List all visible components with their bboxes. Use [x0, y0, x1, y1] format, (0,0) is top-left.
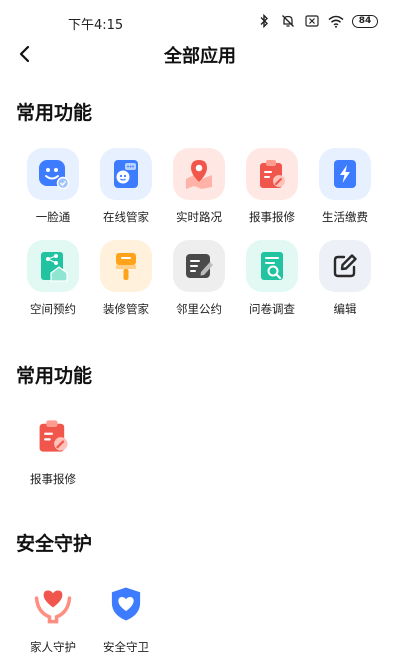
- mute-bell-icon: [280, 13, 296, 29]
- app-label: 一脸通: [35, 210, 71, 224]
- app-life-payment[interactable]: 生活缴费: [308, 148, 382, 225]
- shield-heart-icon: [100, 578, 152, 630]
- survey-search-icon: [246, 240, 298, 292]
- app-edit[interactable]: 编辑: [308, 240, 382, 317]
- wifi-icon: [328, 13, 344, 29]
- page-title: 全部应用: [164, 46, 236, 67]
- app-face-pass[interactable]: 一脸通: [16, 148, 90, 225]
- app-live-traffic[interactable]: 实时路况: [162, 148, 236, 225]
- section-title-common-2: 常用功能: [16, 361, 97, 388]
- map-pin-icon: [173, 148, 225, 200]
- section-title-security: 安全守护: [16, 529, 97, 556]
- nav-bar: 全部应用: [0, 36, 400, 72]
- face-id-icon: [27, 148, 79, 200]
- bluetooth-icon: [256, 13, 272, 29]
- app-label: 实时路况: [176, 210, 222, 224]
- note-edit-icon: [173, 240, 225, 292]
- app-label: 安全守卫: [103, 640, 149, 654]
- app-repair-report-2[interactable]: 报事报修: [16, 410, 90, 487]
- heart-hands-icon: [27, 578, 79, 630]
- app-family-guard[interactable]: 家人守护: [16, 578, 90, 655]
- edit-icon: [319, 240, 371, 292]
- app-label: 家人守护: [30, 640, 76, 654]
- app-neighbor-convention[interactable]: 邻里公约: [162, 240, 236, 317]
- app-label: 报事报修: [30, 472, 76, 486]
- share-house-icon: [27, 240, 79, 292]
- app-security-guard[interactable]: 安全守卫: [89, 578, 163, 655]
- sim-off-icon: [304, 13, 320, 29]
- app-space-booking[interactable]: 空间预约: [16, 240, 90, 317]
- chat-robot-icon: [100, 148, 152, 200]
- lightning-icon: [319, 148, 371, 200]
- app-label: 生活缴费: [322, 210, 368, 224]
- app-renovation-butler[interactable]: 装修管家: [89, 240, 163, 317]
- app-label: 编辑: [333, 302, 357, 316]
- status-time: 下午4:15: [68, 18, 124, 33]
- app-online-butler[interactable]: 在线管家: [89, 148, 163, 225]
- repair-clipboard-icon: [27, 410, 79, 462]
- app-label: 报事报修: [249, 210, 295, 224]
- repair-clipboard-icon: [246, 148, 298, 200]
- paint-roller-icon: [100, 240, 152, 292]
- battery-indicator: 84: [352, 14, 378, 28]
- app-repair-report[interactable]: 报事报修: [235, 148, 309, 225]
- app-label: 空间预约: [30, 302, 76, 316]
- app-label: 问卷调查: [249, 302, 295, 316]
- app-label: 邻里公约: [176, 302, 222, 316]
- app-questionnaire[interactable]: 问卷调查: [235, 240, 309, 317]
- status-icons: 84: [256, 13, 378, 29]
- app-label: 装修管家: [103, 302, 149, 316]
- section-title-common: 常用功能: [16, 98, 97, 125]
- app-label: 在线管家: [103, 210, 149, 224]
